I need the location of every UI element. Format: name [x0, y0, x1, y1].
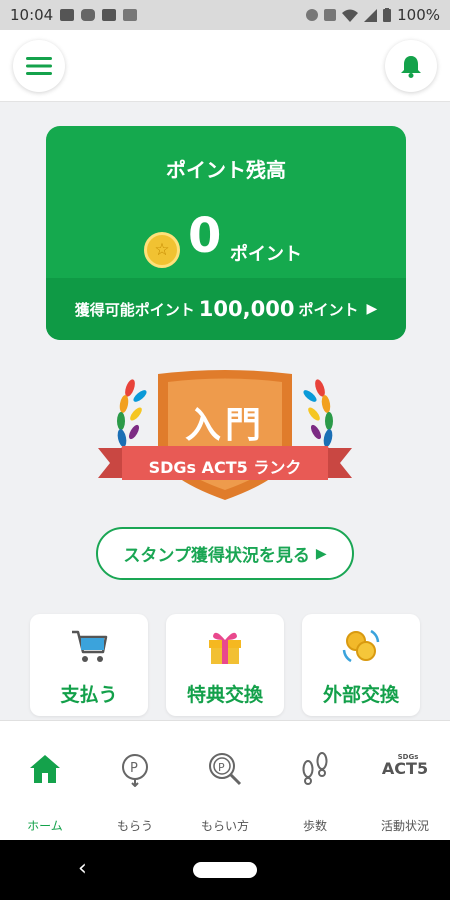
photo-notification-icon	[60, 9, 75, 21]
external-exchange-tile-label: 外部交換	[322, 684, 399, 706]
footprints-icon	[302, 752, 328, 785]
point-balance-card: ポイント残高 ☆ 0 ポイント 獲得可能ポイント 100,000 ポイント ▶	[46, 126, 406, 340]
app-header	[0, 30, 450, 102]
status-time: 10:04	[10, 6, 54, 24]
earnable-points-label: 獲得可能ポイント	[74, 300, 195, 319]
system-navigation-bar: ‹	[0, 840, 450, 900]
point-balance-unit: ポイント	[230, 244, 302, 265]
svg-text:P: P	[218, 761, 225, 774]
home-icon	[30, 755, 60, 783]
tab-home-label: ホーム	[27, 819, 63, 833]
tab-home[interactable]: ホーム	[0, 721, 90, 841]
svg-text:P: P	[130, 761, 138, 776]
stamp-status-button[interactable]: スタンプ獲得状況を見る ▶	[96, 527, 354, 580]
line-notification-icon	[81, 9, 96, 21]
home-pill-button[interactable]	[193, 862, 257, 878]
point-balance-value: 0	[188, 208, 222, 264]
tab-activity-status[interactable]: SDGs ACT5 活動状況	[360, 721, 450, 841]
back-chevron-icon[interactable]: ‹	[78, 856, 87, 881]
vibrate-icon	[324, 9, 337, 21]
battery-level: 100%	[397, 6, 440, 24]
tab-how-to-receive-label: もらい方	[200, 819, 249, 833]
perk-exchange-tile[interactable]: 特典交換	[166, 614, 284, 716]
point-search-icon: P	[209, 753, 242, 786]
wifi-icon	[342, 9, 359, 22]
point-receive-icon: P	[122, 754, 148, 787]
tab-steps[interactable]: 歩数	[270, 721, 360, 841]
tab-how-to-receive[interactable]: P もらい方	[180, 721, 270, 841]
earnable-points-link[interactable]: 獲得可能ポイント 100,000 ポイント ▶	[46, 278, 406, 340]
tab-steps-label: 歩数	[302, 819, 327, 833]
earnable-points-value: 100,000	[198, 297, 295, 321]
external-exchange-tile[interactable]: 外部交換	[302, 614, 420, 716]
play-arrow-icon: ▶	[366, 301, 378, 317]
point-balance-title: ポイント残高	[166, 158, 286, 182]
tab-receive-label: もらう	[116, 819, 153, 833]
rank-emblem: 入門 SDGs ACT5 ランク	[96, 366, 354, 506]
play-arrow-icon: ▶	[315, 545, 327, 562]
menu-button[interactable]	[13, 40, 65, 92]
act5-logo-big-text: ACT5	[381, 759, 429, 778]
tab-receive[interactable]: P もらう	[90, 721, 180, 841]
gift-icon	[209, 632, 241, 664]
cart-icon	[72, 630, 108, 662]
battery-icon	[383, 8, 392, 22]
rank-ribbon-label: SDGs ACT5 ランク	[148, 458, 302, 477]
news-notification-icon	[102, 9, 117, 21]
bottom-tab-bar: ホーム P もらう P もらい方 歩数 SDGs ACT5 活動状況	[0, 720, 450, 840]
stamp-status-label: スタンプ獲得状況を見る	[123, 546, 310, 566]
coin-icon: ☆	[144, 232, 180, 268]
pay-tile[interactable]: 支払う	[30, 614, 148, 716]
menu-icon	[26, 57, 52, 75]
pay-tile-label: 支払う	[60, 684, 118, 706]
notification-button[interactable]	[385, 40, 437, 92]
perk-exchange-tile-label: 特典交換	[186, 684, 263, 706]
sync-icon	[306, 9, 319, 21]
coins-exchange-icon	[342, 629, 380, 663]
gmail-notification-icon	[123, 9, 138, 21]
status-bar: 10:04 100%	[0, 0, 450, 30]
signal-icon	[364, 8, 378, 22]
bell-icon	[401, 56, 421, 78]
rank-level-label: 入門	[184, 405, 265, 446]
act5-logo-icon: SDGs ACT5	[382, 751, 428, 787]
earnable-points-unit: ポイント	[298, 300, 359, 319]
tab-activity-status-label: 活動状況	[380, 819, 429, 833]
